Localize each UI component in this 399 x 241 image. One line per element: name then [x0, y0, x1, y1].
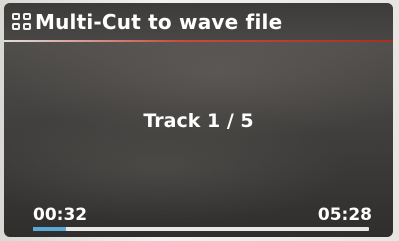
title-bar: Multi-Cut to wave file — [4, 3, 393, 41]
display-screen: Multi-Cut to wave file Track 1 / 5 00:32… — [4, 3, 393, 237]
track-counter: Track 1 / 5 — [143, 110, 254, 132]
page-title: Multi-Cut to wave file — [35, 10, 283, 34]
menu-grid-icon — [12, 13, 32, 31]
progress-fill — [33, 227, 66, 231]
title-divider — [4, 40, 393, 42]
total-time: 05:28 — [317, 205, 372, 225]
elapsed-time: 00:32 — [33, 205, 88, 225]
device-bezel: Multi-Cut to wave file Track 1 / 5 00:32… — [0, 0, 399, 241]
progress-bar — [33, 227, 369, 231]
